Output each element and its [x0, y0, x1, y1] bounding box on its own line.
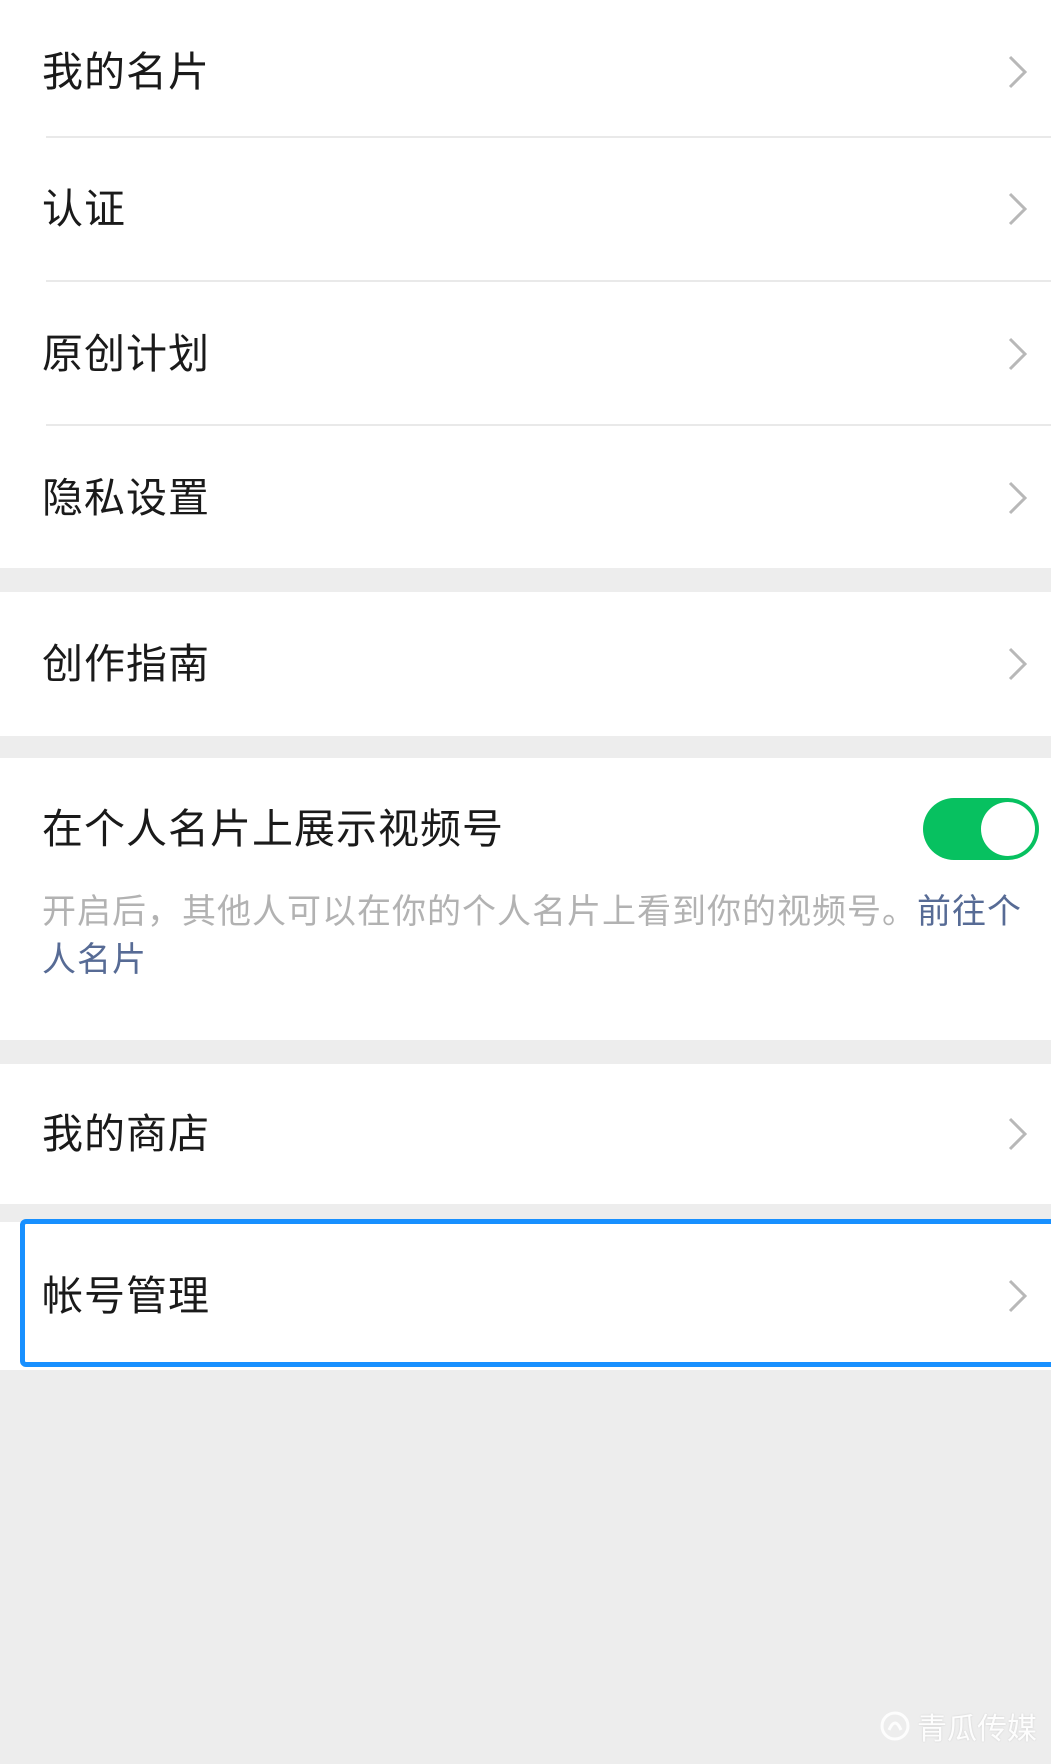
watermark-text: 青瓜传媒 — [917, 1712, 1037, 1747]
chevron-right-icon — [1008, 481, 1028, 515]
show-channel-title: 在个人名片上展示视频号 — [42, 805, 504, 853]
row-label: 我的商店 — [42, 1110, 210, 1158]
row-my-card[interactable]: 我的名片 — [0, 0, 1051, 144]
description-text: 开启后，其他人可以在你的个人名片上看到你的视频号。 — [42, 892, 917, 932]
row-my-shop[interactable]: 我的商店 — [0, 1064, 1051, 1204]
settings-group-show-on-card: 在个人名片上展示视频号 开启后，其他人可以在你的个人名片上看到你的视频号。前往个… — [0, 758, 1051, 1040]
row-label: 原创计划 — [42, 330, 210, 378]
row-label: 创作指南 — [42, 640, 210, 688]
chevron-right-icon — [1008, 192, 1028, 226]
watermark: 青瓜传媒 — [879, 1704, 1037, 1748]
show-channel-description: 开启后，其他人可以在你的个人名片上看到你的视频号。前往个人名片 — [42, 888, 1022, 984]
show-channel-toggle[interactable] — [923, 798, 1039, 860]
chevron-right-icon — [1008, 337, 1028, 371]
chevron-right-icon — [1008, 1117, 1028, 1151]
row-account-management[interactable]: 帐号管理 — [0, 1222, 1051, 1370]
row-label: 隐私设置 — [42, 474, 210, 522]
row-verification[interactable]: 认证 — [0, 137, 1051, 281]
settings-group-profile: 我的名片 认证 原创计划 隐私设置 — [0, 0, 1051, 568]
chevron-right-icon — [1008, 55, 1028, 89]
qinggua-logo-icon — [880, 1711, 910, 1741]
chevron-right-icon — [1008, 1279, 1028, 1313]
toggle-knob — [981, 802, 1035, 856]
row-privacy-settings[interactable]: 隐私设置 — [0, 426, 1051, 570]
settings-group-guide: 创作指南 — [0, 592, 1051, 736]
row-label: 认证 — [42, 185, 126, 233]
settings-group-shop: 我的商店 — [0, 1064, 1051, 1204]
chevron-right-icon — [1008, 647, 1028, 681]
row-creation-guide[interactable]: 创作指南 — [0, 592, 1051, 736]
settings-group-account: 帐号管理 — [0, 1222, 1051, 1370]
row-original-plan[interactable]: 原创计划 — [0, 282, 1051, 426]
row-label: 帐号管理 — [42, 1272, 210, 1320]
row-label: 我的名片 — [42, 48, 210, 96]
